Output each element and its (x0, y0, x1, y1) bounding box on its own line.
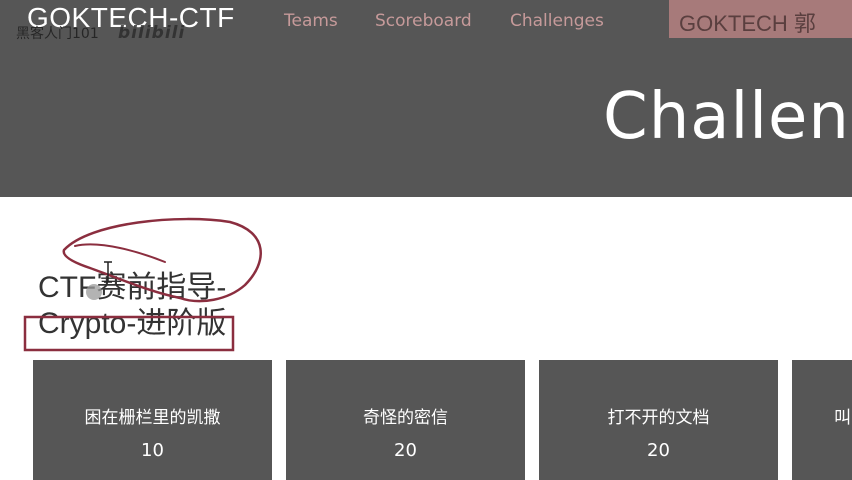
challenge-card[interactable]: 叫 (792, 360, 852, 480)
watermark-text: 黑客人门101 (16, 26, 99, 42)
user-menu-label: GOKTECH 郭 (679, 11, 816, 36)
challenge-card[interactable]: 奇怪的密信 20 (286, 360, 525, 480)
page-title: Challen (603, 80, 850, 154)
nav-scoreboard[interactable]: Scoreboard (375, 11, 472, 31)
challenge-card[interactable]: 困在栅栏里的凯撒 10 (33, 360, 272, 480)
challenge-points: 10 (141, 440, 164, 461)
category-title-line2: Crypto-进阶版 (38, 307, 227, 340)
category-title-line1: CTF赛前指导- (38, 271, 227, 304)
challenge-card[interactable]: 打不开的文档 20 (539, 360, 778, 480)
nav-teams[interactable]: Teams (284, 11, 338, 31)
challenge-name: 奇怪的密信 (363, 408, 448, 428)
mouse-pointer-icon (86, 284, 102, 300)
category-title: CTF赛前指导- Crypto-进阶版 (38, 270, 298, 342)
annotation-circle-tail (74, 243, 166, 263)
nav-challenges[interactable]: Challenges (510, 11, 604, 31)
hero-banner: GOKTECH-CTF 黑客人门101 bilibili Teams Score… (0, 0, 852, 197)
challenge-name: 叫 (834, 408, 851, 428)
challenge-name: 打不开的文档 (607, 408, 710, 428)
user-menu-button[interactable]: GOKTECH 郭 (669, 0, 852, 38)
challenge-points: 20 (394, 440, 417, 461)
bilibili-watermark: bilibili (118, 23, 186, 43)
challenge-name: 困在栅栏里的凯撒 (84, 408, 221, 428)
challenge-points: 20 (647, 440, 670, 461)
